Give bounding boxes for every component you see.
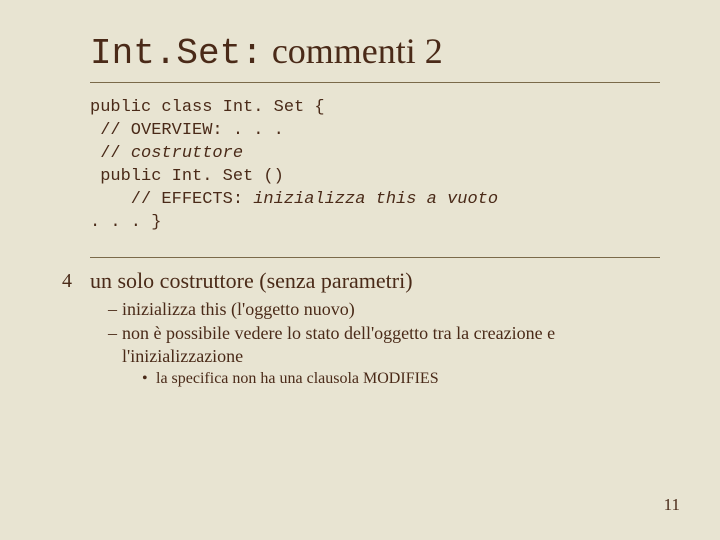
code-block: public class Int. Set { // OVERVIEW: . .… (90, 97, 660, 235)
bullet-1a: inizializza this (l'oggetto nuovo) (108, 298, 660, 321)
code-line-3-italic: costruttore (131, 144, 243, 163)
sub-list-1: inizializza this (l'oggetto nuovo) non è… (90, 298, 660, 390)
title-divider (90, 82, 660, 83)
title-text-part: commenti 2 (263, 31, 443, 71)
slide: Int.Set: commenti 2 public class Int. Se… (0, 0, 720, 540)
bullet-1b1-text: la specifica non ha una clausola MODIFIE… (156, 370, 439, 387)
code-line-1: public class Int. Set { (90, 98, 325, 117)
bullet-1: un solo costruttore (senza parametri) in… (90, 268, 660, 390)
subsub-list-1b: la specifica non ha una clausola MODIFIE… (122, 369, 660, 389)
code-line-4: public Int. Set () (90, 167, 284, 186)
bullet-1b-text: non è possibile vedere lo stato dell'ogg… (122, 323, 555, 366)
bullet-1a-text: inizializza this (l'oggetto nuovo) (122, 299, 355, 319)
bullet-1-text: un solo costruttore (senza parametri) (90, 268, 413, 293)
body-divider (90, 257, 660, 258)
code-line-5-italic: inizializza this a vuoto (253, 190, 498, 209)
bullet-list: un solo costruttore (senza parametri) in… (90, 268, 660, 390)
bullet-1b: non è possibile vedere lo stato dell'ogg… (108, 322, 660, 389)
code-line-6: . . . } (90, 213, 161, 232)
bullet-1b1: la specifica non ha una clausola MODIFIE… (142, 369, 660, 389)
slide-title: Int.Set: commenti 2 (90, 30, 660, 74)
code-line-5-pre: // EFFECTS: (90, 190, 253, 209)
title-code-part: Int.Set: (90, 33, 263, 74)
code-line-2: // OVERVIEW: . . . (90, 121, 284, 140)
code-line-3-pre: // (90, 144, 131, 163)
page-number: 11 (664, 495, 680, 515)
